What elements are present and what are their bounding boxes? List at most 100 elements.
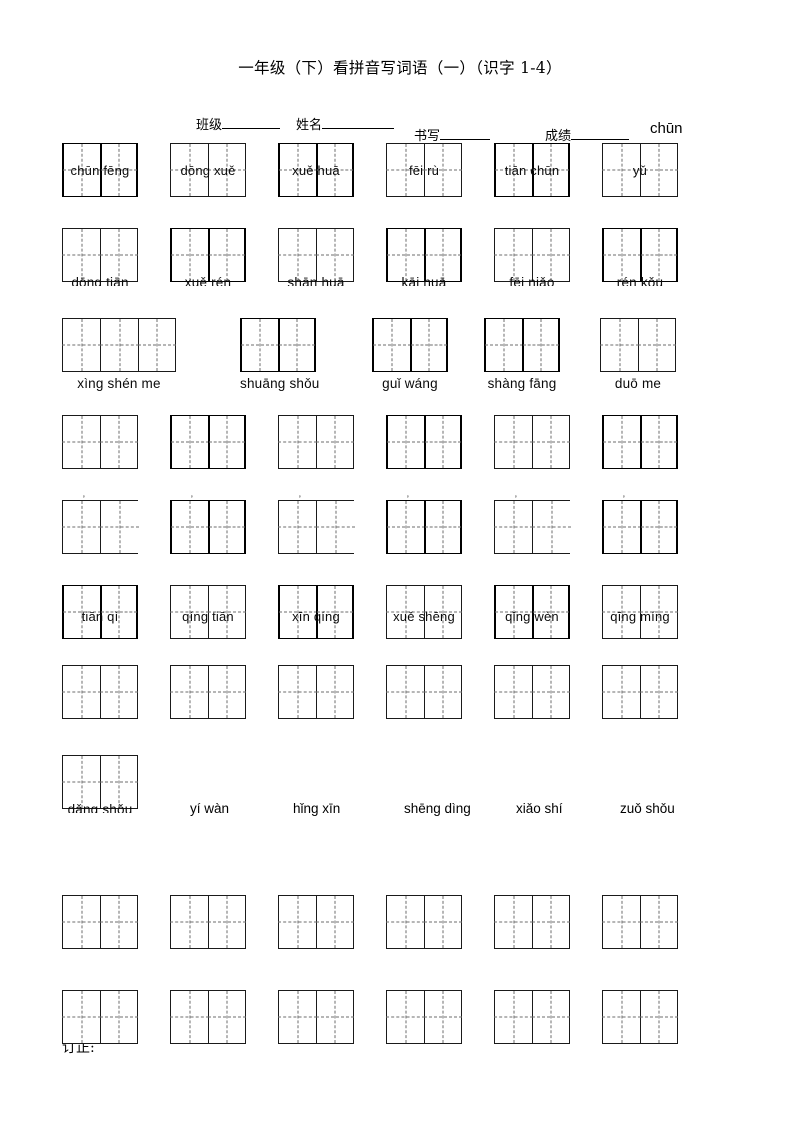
tianzige-cell[interactable] — [522, 318, 560, 372]
tianzige-cell[interactable] — [62, 665, 100, 719]
tianzige-cell[interactable] — [494, 415, 532, 469]
tianzige-cell[interactable] — [62, 990, 100, 1044]
tianzige-cell[interactable] — [208, 990, 246, 1044]
tianzige-cell[interactable] — [532, 143, 570, 197]
tianzige-group[interactable] — [62, 318, 176, 372]
tianzige-group[interactable] — [372, 318, 448, 372]
tianzige-group[interactable] — [494, 228, 570, 282]
tianzige-cell[interactable] — [638, 318, 676, 372]
tianzige-group[interactable] — [494, 665, 570, 719]
tianzige-group[interactable] — [602, 990, 678, 1044]
tianzige-group[interactable] — [62, 990, 138, 1044]
field-score-rule[interactable] — [571, 127, 630, 140]
tianzige-cell[interactable] — [532, 990, 570, 1044]
tianzige-group[interactable]: ’ — [170, 495, 246, 554]
tianzige-group[interactable] — [62, 665, 138, 719]
tianzige-cell[interactable] — [170, 895, 208, 949]
tianzige-cell[interactable] — [208, 665, 246, 719]
tianzige-cell[interactable] — [100, 665, 138, 719]
tianzige-cell[interactable] — [532, 228, 570, 282]
tianzige-group[interactable]: ’ — [62, 495, 138, 554]
tianzige-cell[interactable] — [100, 500, 138, 554]
tianzige-cell[interactable] — [494, 143, 532, 197]
tianzige-group[interactable] — [386, 143, 462, 197]
tianzige-cell[interactable] — [100, 143, 138, 197]
tianzige-cell[interactable] — [316, 415, 354, 469]
tianzige-cell[interactable] — [602, 665, 640, 719]
tianzige-group[interactable] — [278, 665, 354, 719]
field-class[interactable]: 班级 — [196, 114, 281, 133]
tianzige-cell[interactable] — [100, 755, 138, 809]
tianzige-cell[interactable] — [100, 585, 138, 639]
tianzige-cell[interactable] — [100, 895, 138, 949]
tianzige-group[interactable] — [170, 585, 246, 639]
tianzige-group[interactable] — [386, 895, 462, 949]
tianzige-cell[interactable] — [424, 990, 462, 1044]
tianzige-cell[interactable] — [278, 228, 316, 282]
field-class-rule[interactable] — [222, 116, 281, 129]
tianzige-cell[interactable] — [278, 990, 316, 1044]
tianzige-group[interactable] — [494, 990, 570, 1044]
tianzige-group[interactable] — [170, 990, 246, 1044]
tianzige-cell[interactable] — [100, 990, 138, 1044]
tianzige-group[interactable] — [170, 895, 246, 949]
tianzige-group[interactable] — [62, 228, 138, 282]
tianzige-group[interactable] — [494, 585, 570, 639]
tianzige-cell[interactable] — [386, 990, 424, 1044]
tianzige-cell[interactable] — [494, 665, 532, 719]
tianzige-group[interactable] — [62, 585, 138, 639]
tianzige-cell[interactable] — [602, 500, 640, 554]
tianzige-cell[interactable] — [424, 500, 462, 554]
tianzige-cell[interactable] — [640, 895, 678, 949]
tianzige-group[interactable] — [386, 585, 462, 639]
tianzige-cell[interactable] — [386, 415, 424, 469]
tianzige-group[interactable] — [494, 143, 570, 197]
tianzige-cell[interactable] — [316, 228, 354, 282]
tianzige-cell[interactable] — [170, 585, 208, 639]
tianzige-cell[interactable] — [424, 585, 462, 639]
tianzige-cell[interactable] — [602, 415, 640, 469]
tianzige-cell[interactable] — [532, 665, 570, 719]
tianzige-cell[interactable] — [208, 500, 246, 554]
tianzige-cell[interactable] — [640, 143, 678, 197]
tianzige-group[interactable] — [240, 318, 316, 372]
tianzige-group[interactable] — [170, 143, 246, 197]
tianzige-cell[interactable] — [532, 500, 570, 554]
tianzige-group[interactable] — [386, 228, 462, 282]
tianzige-cell[interactable] — [62, 895, 100, 949]
tianzige-cell[interactable] — [386, 500, 424, 554]
tianzige-cell[interactable] — [386, 585, 424, 639]
tianzige-group[interactable] — [484, 318, 560, 372]
tianzige-group[interactable] — [62, 143, 138, 197]
tianzige-group[interactable] — [278, 415, 354, 469]
tianzige-group[interactable] — [386, 415, 462, 469]
tianzige-group[interactable]: ’ — [278, 495, 354, 554]
tianzige-group[interactable] — [62, 755, 138, 809]
tianzige-cell[interactable] — [100, 228, 138, 282]
tianzige-cell[interactable] — [372, 318, 410, 372]
tianzige-cell[interactable] — [640, 228, 678, 282]
tianzige-group[interactable] — [386, 990, 462, 1044]
tianzige-cell[interactable] — [100, 318, 138, 372]
tianzige-cell[interactable] — [386, 143, 424, 197]
field-name[interactable]: 姓名 — [296, 114, 395, 133]
tianzige-cell[interactable] — [424, 228, 462, 282]
tianzige-cell[interactable] — [602, 990, 640, 1044]
tianzige-cell[interactable] — [170, 415, 208, 469]
tianzige-cell[interactable] — [278, 318, 316, 372]
tianzige-cell[interactable] — [62, 500, 100, 554]
tianzige-cell[interactable] — [170, 143, 208, 197]
tianzige-group[interactable] — [602, 585, 678, 639]
tianzige-cell[interactable] — [278, 500, 316, 554]
tianzige-cell[interactable] — [278, 895, 316, 949]
tianzige-group[interactable] — [386, 665, 462, 719]
tianzige-cell[interactable] — [278, 585, 316, 639]
tianzige-cell[interactable] — [424, 143, 462, 197]
tianzige-cell[interactable] — [532, 415, 570, 469]
field-writing-rule[interactable] — [440, 127, 491, 140]
tianzige-cell[interactable] — [602, 895, 640, 949]
tianzige-cell[interactable] — [208, 228, 246, 282]
tianzige-cell[interactable] — [170, 500, 208, 554]
tianzige-cell[interactable] — [316, 665, 354, 719]
field-score[interactable]: 成绩 — [545, 125, 630, 144]
